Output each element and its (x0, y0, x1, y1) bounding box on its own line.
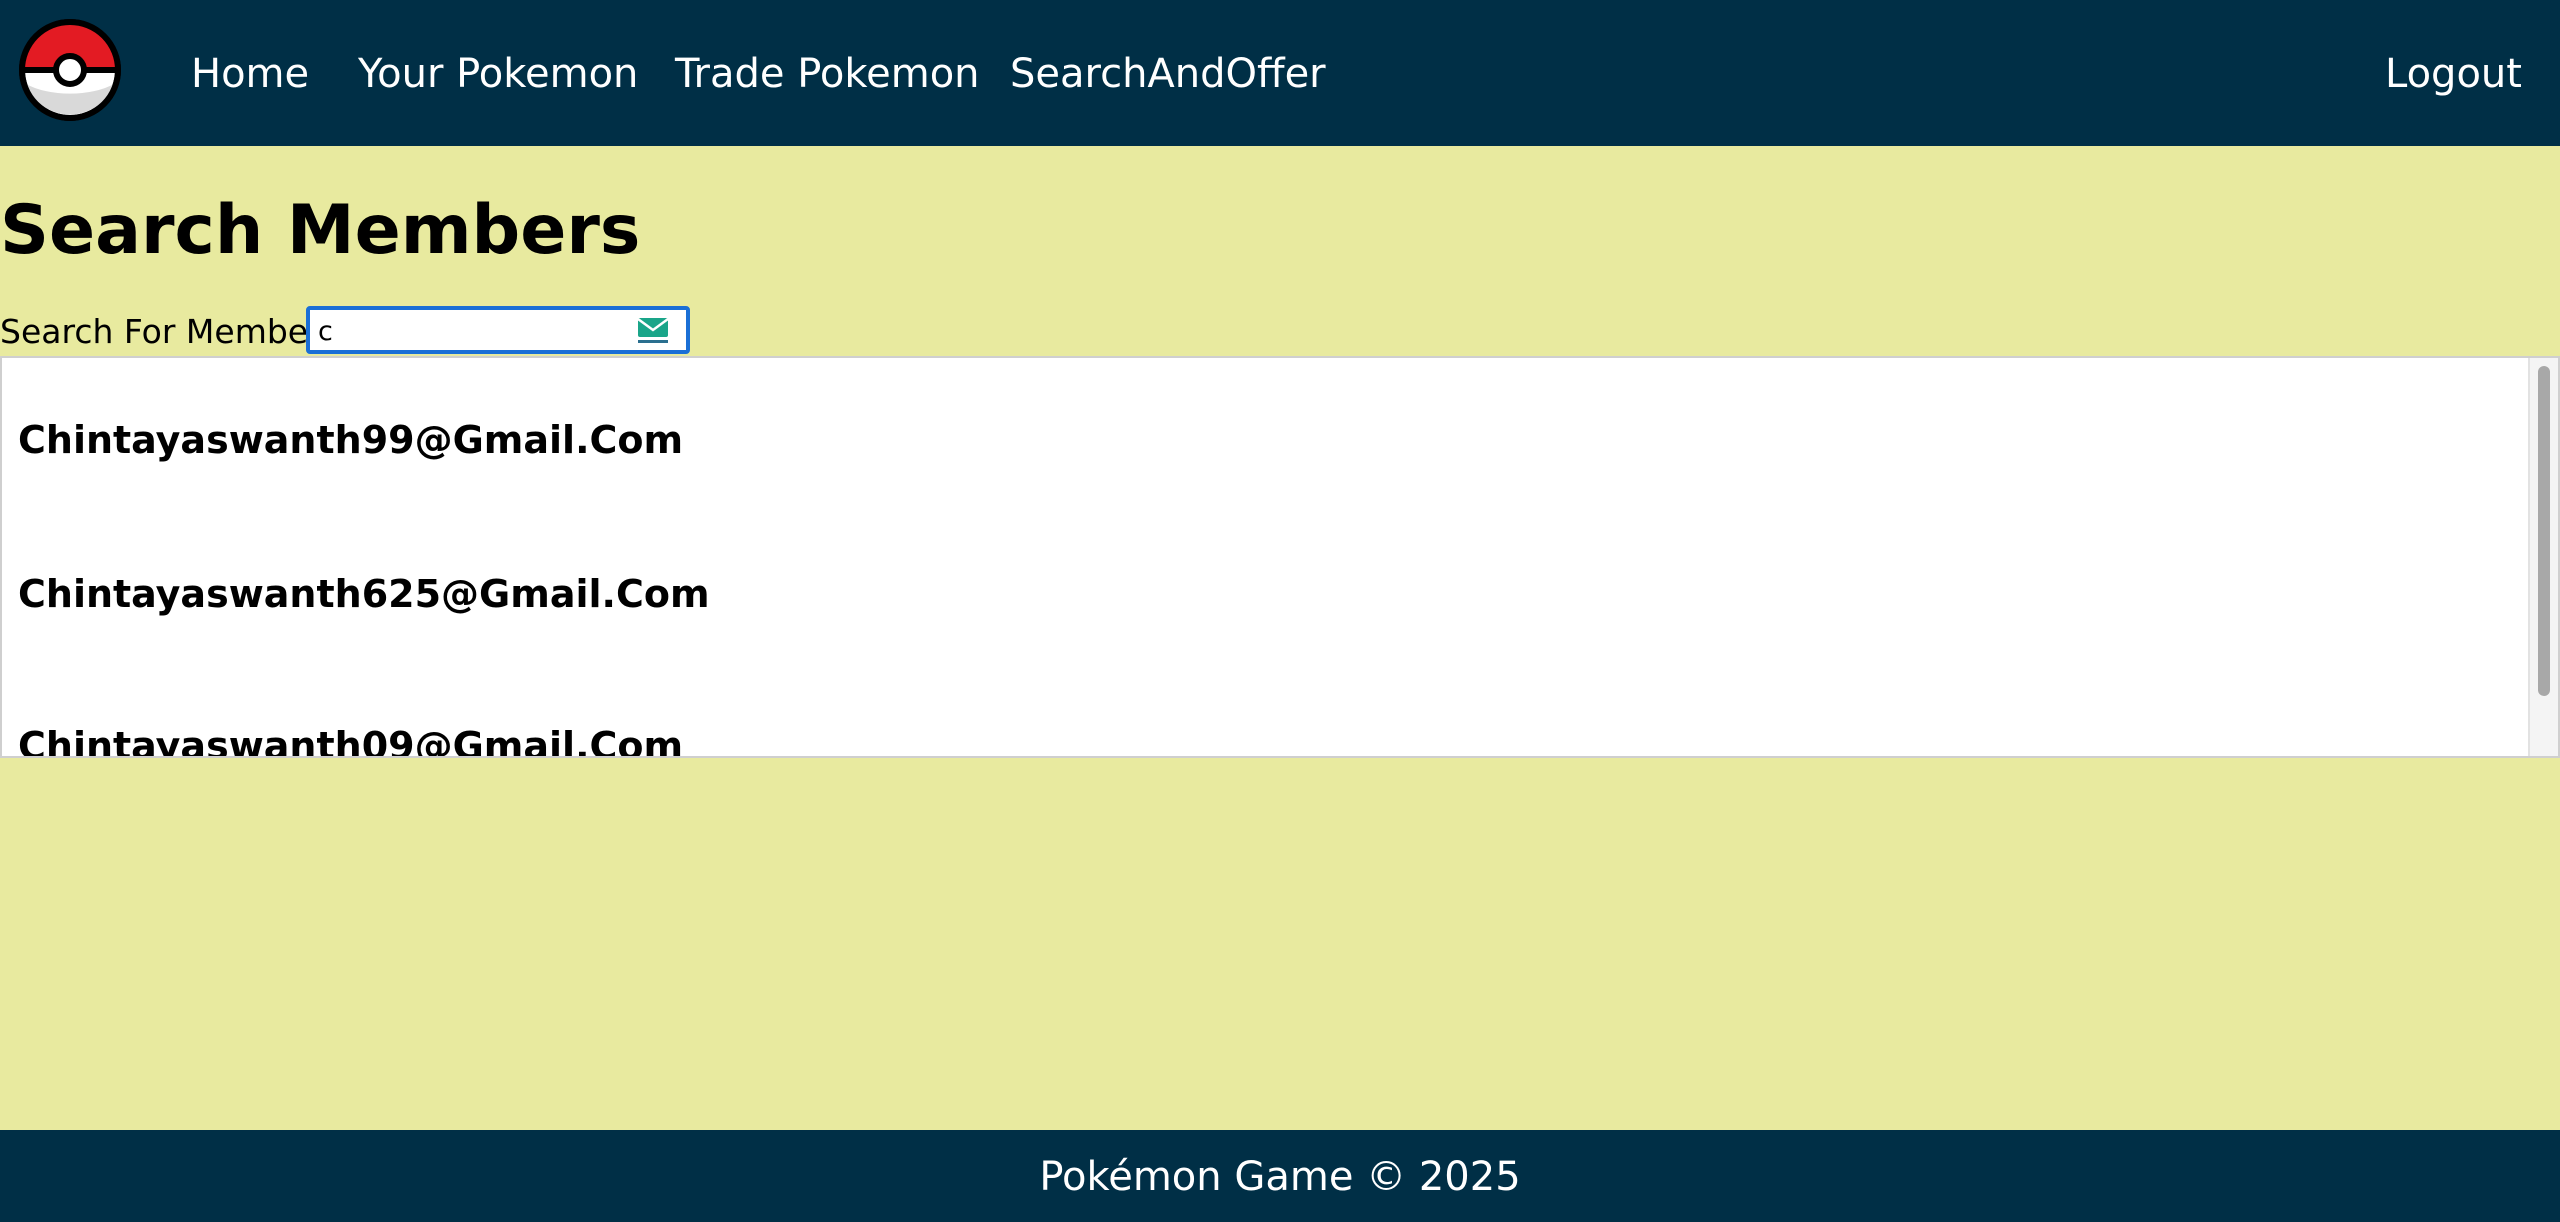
list-item[interactable]: Chintayaswanth09@Gmail.Com (18, 720, 683, 756)
search-results-list[interactable]: Chintayaswanth99@Gmail.Com Chintayaswant… (0, 356, 2560, 758)
search-label: Search For Members: (0, 312, 350, 351)
nav-your-pokemon-link[interactable]: Your Pokemon (358, 46, 638, 102)
page-title: Search Members (0, 191, 641, 270)
nav-search-and-offer-link[interactable]: SearchAndOffer (1010, 46, 1326, 102)
footer: Pokémon Game © 2025 (0, 1130, 2560, 1222)
pokeball-icon[interactable] (18, 18, 122, 122)
list-item[interactable]: Chintayaswanth99@Gmail.Com (18, 414, 683, 466)
results-scrollbar[interactable] (2528, 358, 2558, 756)
logout-link[interactable]: Logout (2385, 46, 2522, 102)
search-field[interactable] (306, 306, 690, 354)
top-navbar: Home Your Pokemon Trade Pokemon SearchAn… (0, 0, 2560, 146)
search-input[interactable] (318, 314, 618, 348)
nav-home-link[interactable]: Home (191, 46, 309, 102)
mail-icon[interactable] (636, 316, 670, 346)
footer-copyright: Pokémon Game © 2025 (1039, 1154, 1521, 1200)
scrollbar-thumb[interactable] (2538, 366, 2550, 696)
nav-trade-pokemon-link[interactable]: Trade Pokemon (675, 46, 980, 102)
list-item[interactable]: Chintayaswanth625@Gmail.Com (18, 568, 710, 620)
